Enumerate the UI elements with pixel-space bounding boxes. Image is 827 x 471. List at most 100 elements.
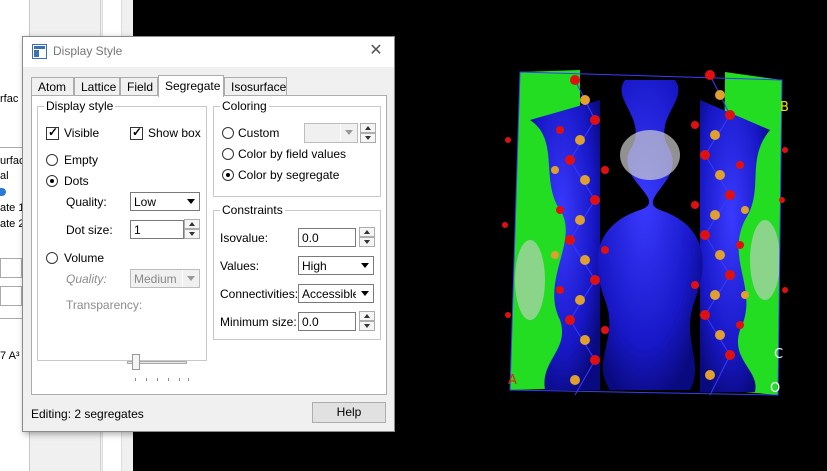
values-label: Values: xyxy=(220,259,260,273)
chevron-down-icon xyxy=(356,257,373,274)
molecular-structure-render xyxy=(502,70,788,396)
help-button[interactable]: Help xyxy=(312,402,386,423)
bg-input[interactable] xyxy=(0,258,22,278)
tab-isosurface[interactable]: Isosurface xyxy=(224,77,287,96)
connectivities-select[interactable]: Accessible xyxy=(298,284,374,303)
structure-viewport[interactable]: B C O A xyxy=(500,60,800,405)
values-value: High xyxy=(302,259,327,273)
pore-surface xyxy=(597,80,703,390)
quality-select[interactable]: Low xyxy=(130,192,200,211)
connectivities-label: Connectivities: xyxy=(220,287,299,301)
segregate-dots xyxy=(620,130,680,180)
bg-radio[interactable] xyxy=(0,188,6,196)
dots-label: Dots xyxy=(64,174,89,188)
field-values-label: Color by field values xyxy=(238,147,347,161)
show-box-checkbox[interactable]: ✓ xyxy=(130,125,143,140)
connectivities-value: Accessible xyxy=(302,287,360,301)
empty-label: Empty xyxy=(64,153,99,167)
segregate-dots xyxy=(515,240,545,320)
minimum-size-value: 0.0 xyxy=(302,315,319,329)
isovalue-value: 0.0 xyxy=(302,231,319,245)
spin-up-icon[interactable] xyxy=(360,123,376,133)
chevron-down-icon xyxy=(182,193,199,210)
slider-tick xyxy=(168,378,169,381)
spin-down-icon[interactable] xyxy=(359,237,375,247)
dot-size-stepper[interactable] xyxy=(184,219,200,239)
volume-label: Volume xyxy=(64,251,105,265)
app-window-icon xyxy=(32,44,47,59)
tab-atom[interactable]: Atom xyxy=(31,77,74,96)
volume-quality-label: Quality: xyxy=(66,272,107,286)
segregate-color-label: Color by segregate xyxy=(238,168,340,182)
tab-segregate[interactable]: Segregate xyxy=(158,75,224,97)
constraints-group: Constraints Isovalue: 0.0 Values: High C… xyxy=(213,203,381,340)
slider-tick xyxy=(146,378,147,381)
spin-down-icon[interactable] xyxy=(359,321,375,331)
dialog-titlebar[interactable]: Display Style ✕ xyxy=(23,37,394,67)
visible-checkbox[interactable]: ✓ xyxy=(46,125,59,140)
group-title: Constraints xyxy=(220,203,285,217)
segregate-dots xyxy=(750,220,780,300)
tab-label: Segregate xyxy=(165,79,221,93)
spin-up-icon[interactable] xyxy=(359,227,375,237)
close-icon: ✕ xyxy=(369,42,383,59)
dialog-title: Display Style xyxy=(53,44,123,58)
slider-tick xyxy=(157,378,158,381)
group-title: Coloring xyxy=(220,99,269,113)
axis-label-o: O xyxy=(770,381,781,396)
slider-tick xyxy=(179,378,180,381)
custom-color-picker[interactable] xyxy=(304,123,358,143)
spin-down-icon[interactable] xyxy=(360,133,376,143)
status-text: Editing: 2 segregates xyxy=(31,407,144,421)
dot-size-value: 1 xyxy=(134,223,141,237)
transparency-label: Transparency: xyxy=(66,298,143,312)
bg-input[interactable] xyxy=(0,286,22,306)
quality-label: Quality: xyxy=(66,195,107,209)
minimum-size-stepper[interactable] xyxy=(359,311,375,331)
dots-radio[interactable] xyxy=(46,175,58,187)
isovalue-stepper[interactable] xyxy=(359,227,375,247)
volume-radio[interactable] xyxy=(46,252,58,264)
segregate-panel: Display style ✓ Visible ✓ Show box Empty… xyxy=(31,95,387,395)
chevron-down-icon xyxy=(340,124,357,141)
values-select[interactable]: High xyxy=(298,256,374,275)
slider-tick xyxy=(188,378,189,381)
checkmark-icon: ✓ xyxy=(132,125,143,139)
group-title: Display style xyxy=(44,99,116,113)
dot-size-label: Dot size: xyxy=(66,223,113,237)
axis-label-b: B xyxy=(780,100,789,115)
slider-thumb[interactable] xyxy=(132,354,140,370)
minimum-size-input[interactable]: 0.0 xyxy=(298,312,356,331)
field-values-radio[interactable] xyxy=(222,148,234,160)
custom-color-stepper[interactable] xyxy=(360,123,376,143)
axis-label-c: C xyxy=(774,347,784,362)
custom-label: Custom xyxy=(238,126,280,140)
display-style-group: Display style ✓ Visible ✓ Show box Empty… xyxy=(37,99,207,361)
custom-color-radio[interactable] xyxy=(222,127,234,139)
chevron-down-icon xyxy=(356,285,373,302)
chevron-down-icon xyxy=(182,270,199,287)
segregate-color-radio[interactable] xyxy=(222,169,234,181)
slider-tick xyxy=(135,378,136,381)
spin-down-icon[interactable] xyxy=(184,229,200,239)
tab-field[interactable]: Field xyxy=(120,77,158,96)
tab-label: Isosurface xyxy=(231,80,287,94)
tab-label: Atom xyxy=(38,80,67,94)
checkmark-icon: ✓ xyxy=(48,125,59,139)
volume-quality-value: Medium xyxy=(134,272,177,286)
dot-size-input[interactable]: 1 xyxy=(130,220,184,239)
display-style-dialog: Display Style ✕ Atom Lattice Field Segre… xyxy=(22,36,395,432)
visible-label: Visible xyxy=(64,126,100,140)
minimum-size-label: Minimum size: xyxy=(220,315,297,329)
spin-up-icon[interactable] xyxy=(184,219,200,229)
isovalue-label: Isovalue: xyxy=(220,231,269,245)
show-box-label: Show box xyxy=(148,126,201,140)
volume-quality-select[interactable]: Medium xyxy=(130,269,200,288)
isovalue-input[interactable]: 0.0 xyxy=(298,228,356,247)
tab-lattice[interactable]: Lattice xyxy=(74,77,120,96)
coloring-group: Coloring Custom Color by field values Co… xyxy=(213,99,381,197)
empty-radio[interactable] xyxy=(46,154,58,166)
tab-label: Lattice xyxy=(81,80,117,94)
spin-up-icon[interactable] xyxy=(359,311,375,321)
close-button[interactable]: ✕ xyxy=(366,41,386,61)
